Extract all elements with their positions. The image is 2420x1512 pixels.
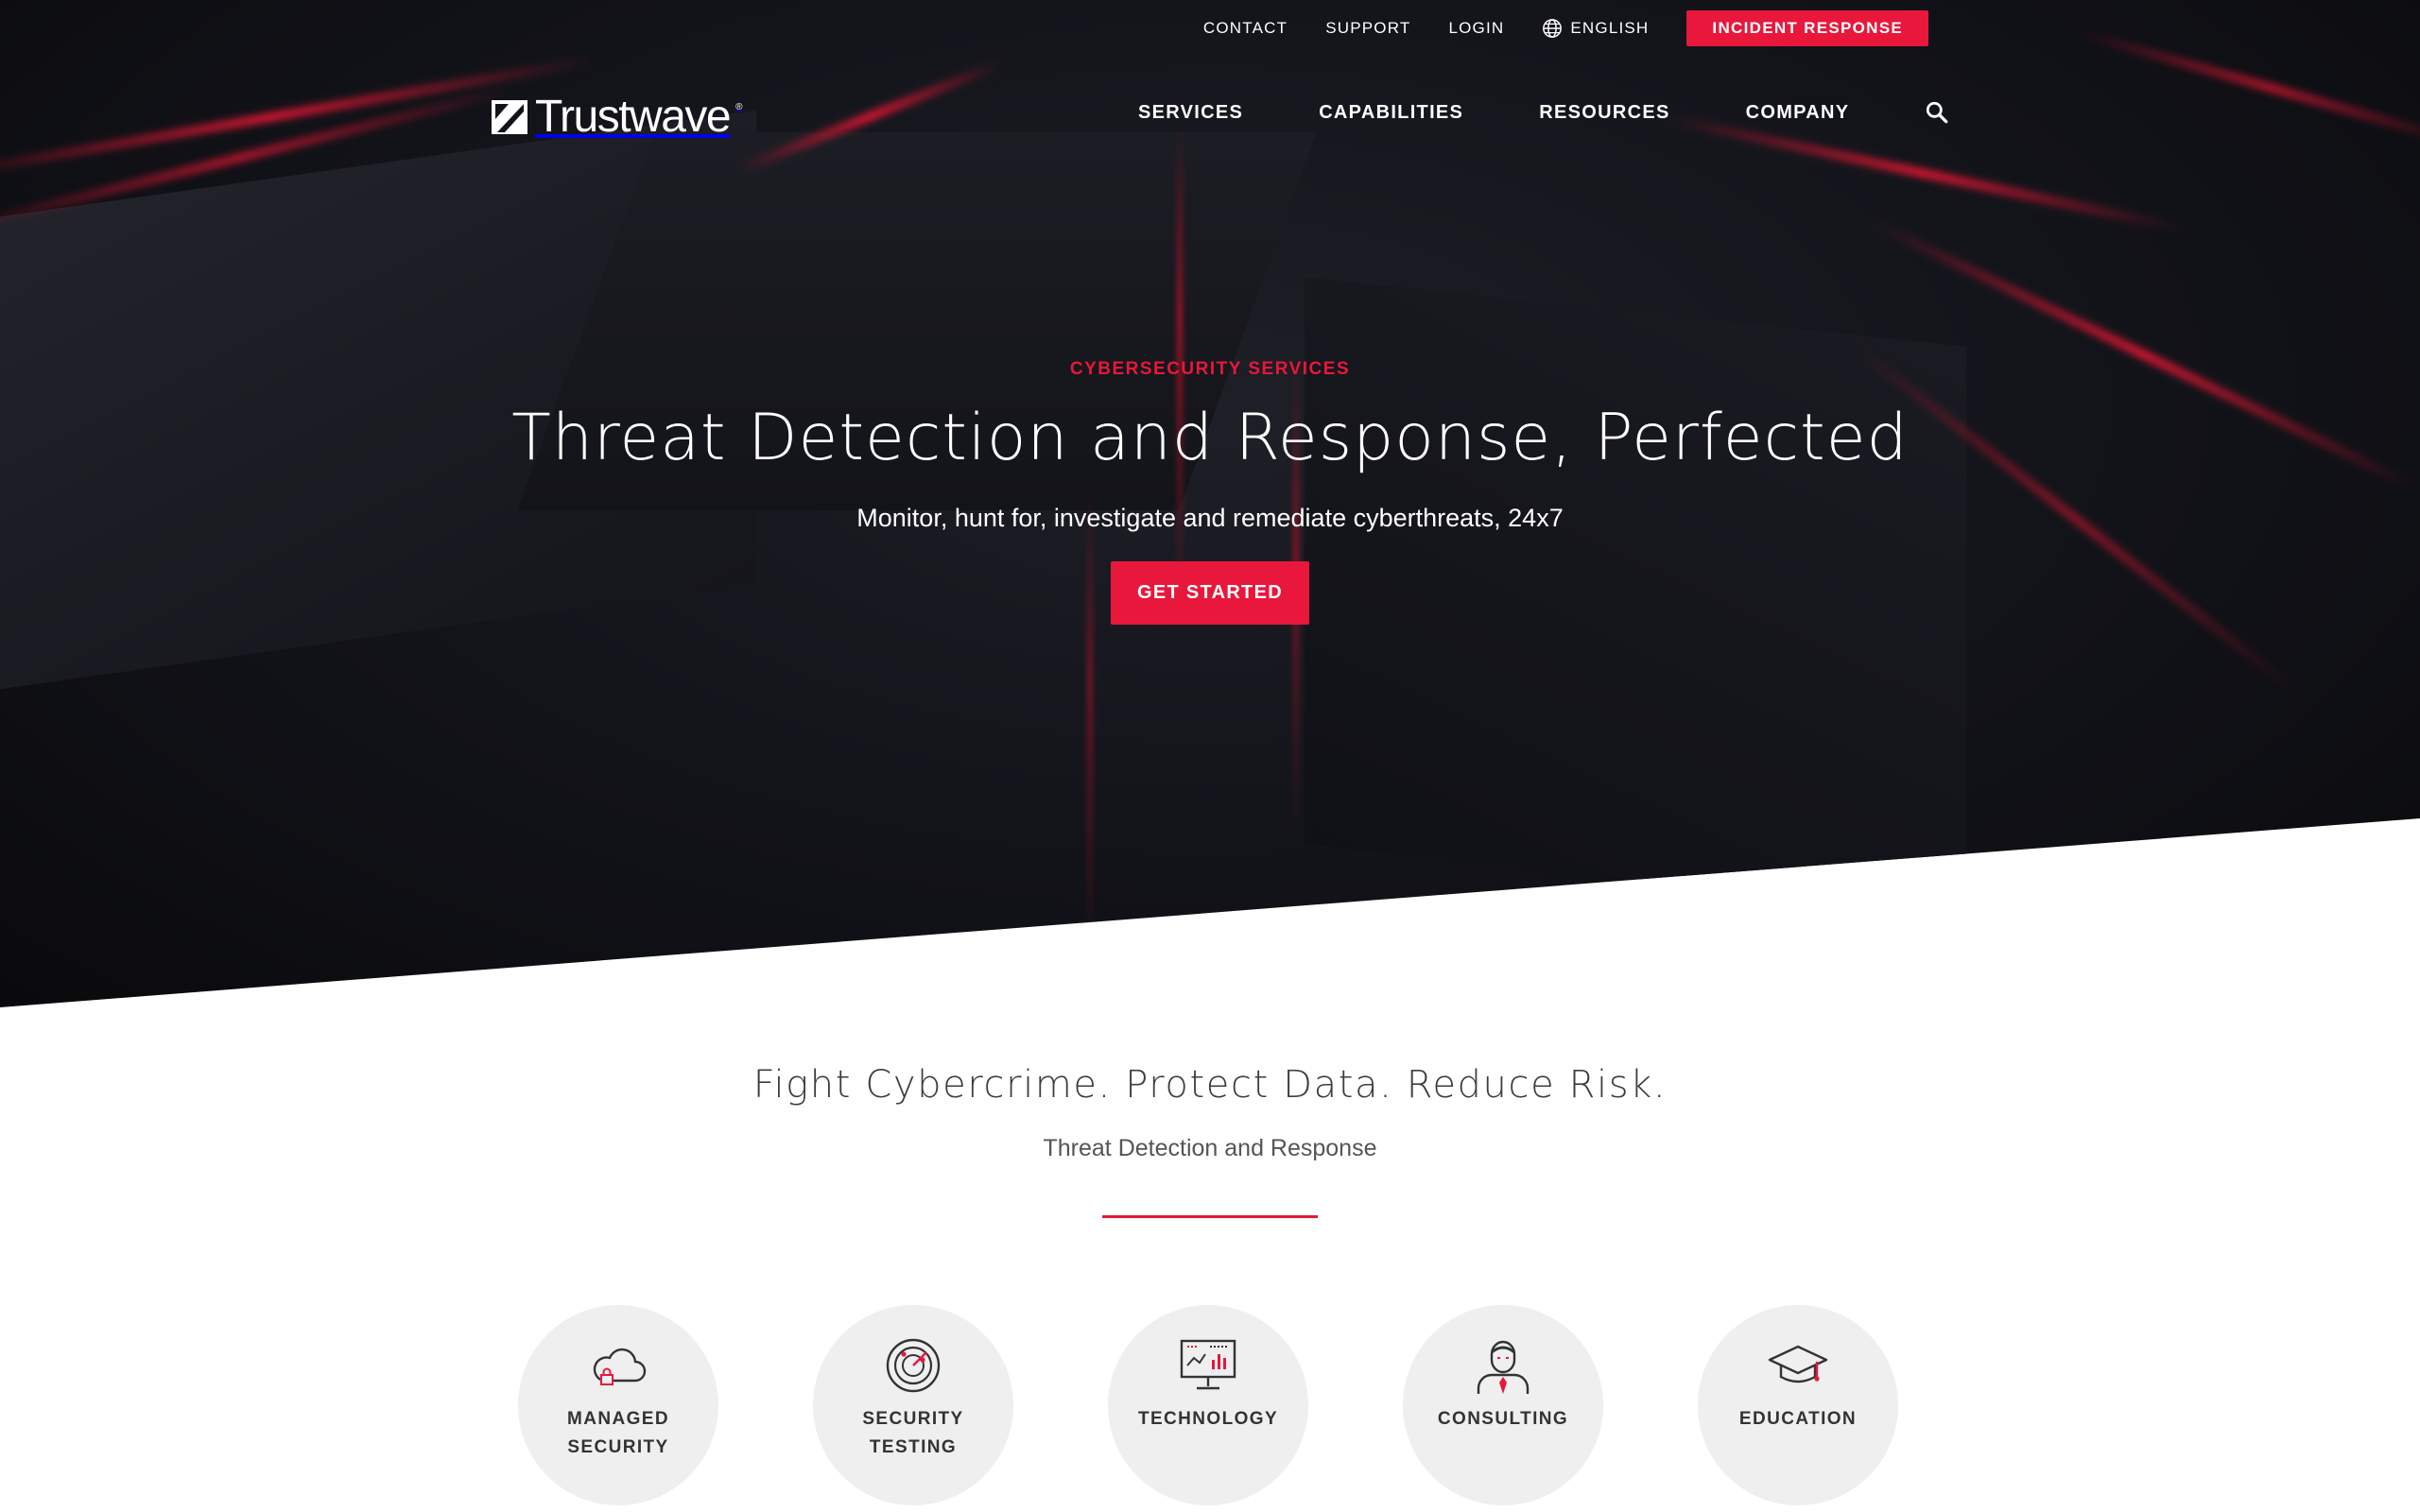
main-nav: SERVICES CAPABILITIES RESOURCES COMPANY [1138,100,1949,125]
section-title: Fight Cybercrime. Protect Data. Reduce R… [752,1063,1668,1107]
hero-red-streak [2078,28,2420,147]
login-link[interactable]: LOGIN [1448,19,1504,38]
card-label: MANAGED SECURITY [567,1409,669,1457]
get-started-button[interactable]: GET STARTED [1111,561,1309,625]
trustwave-logo[interactable]: Trustwave ® [492,91,742,143]
service-cards: MANAGED SECURITY SECURITY TESTING TECHNO… [518,1305,1898,1505]
intro-section: Fight Cybercrime. Protect Data. Reduce R… [0,1063,2420,1218]
section-divider [1102,1215,1318,1218]
section-subtitle: Threat Detection and Response [1043,1135,1377,1161]
globe-icon [1543,19,1563,38]
logo-mark-icon [492,99,527,134]
language-selector[interactable]: ENGLISH [1542,18,1649,39]
nav-services[interactable]: SERVICES [1138,102,1243,124]
monitor-chart-icon [1180,1339,1236,1390]
cloud-lock-icon [593,1348,647,1385]
card-label: TECHNOLOGY [1137,1409,1279,1429]
logo-text: Trustwave [535,92,732,142]
nav-company[interactable]: COMPANY [1746,102,1850,124]
card-education[interactable]: EDUCATION [1698,1305,1898,1505]
logo-registered-mark: ® [735,102,743,112]
card-managed-security[interactable]: MANAGED SECURITY [518,1305,718,1505]
graduation-cap-icon [1768,1345,1828,1383]
card-label: CONSULTING [1437,1409,1569,1429]
card-label: SECURITY TESTING [862,1409,964,1457]
incident-response-button[interactable]: INCIDENT RESPONSE [1686,10,1928,46]
hero-red-streak [1662,113,2183,233]
nav-resources[interactable]: RESOURCES [1539,102,1669,124]
language-label: ENGLISH [1570,19,1650,37]
target-icon [886,1338,941,1393]
hero-subhead: Monitor, hunt for, investigate and remed… [856,504,1564,532]
utility-nav: CONTACT SUPPORT LOGIN ENGLISH INCIDENT R… [1203,10,1928,46]
search-icon[interactable] [1925,100,1949,125]
nav-capabilities[interactable]: CAPABILITIES [1319,102,1463,124]
card-technology[interactable]: TECHNOLOGY [1108,1305,1308,1505]
hero-content: CYBERSECURITY SERVICES Threat Detection … [0,359,2420,625]
card-label: EDUCATION [1738,1409,1858,1429]
contact-link[interactable]: CONTACT [1203,19,1288,38]
support-link[interactable]: SUPPORT [1325,19,1410,38]
card-consulting[interactable]: CONSULTING [1403,1305,1603,1505]
hero-headline: Threat Detection and Response, Perfected [511,401,1909,475]
hero-eyebrow: CYBERSECURITY SERVICES [1069,359,1351,379]
card-security-testing[interactable]: SECURITY TESTING [813,1305,1013,1505]
consultant-icon [1477,1340,1530,1394]
